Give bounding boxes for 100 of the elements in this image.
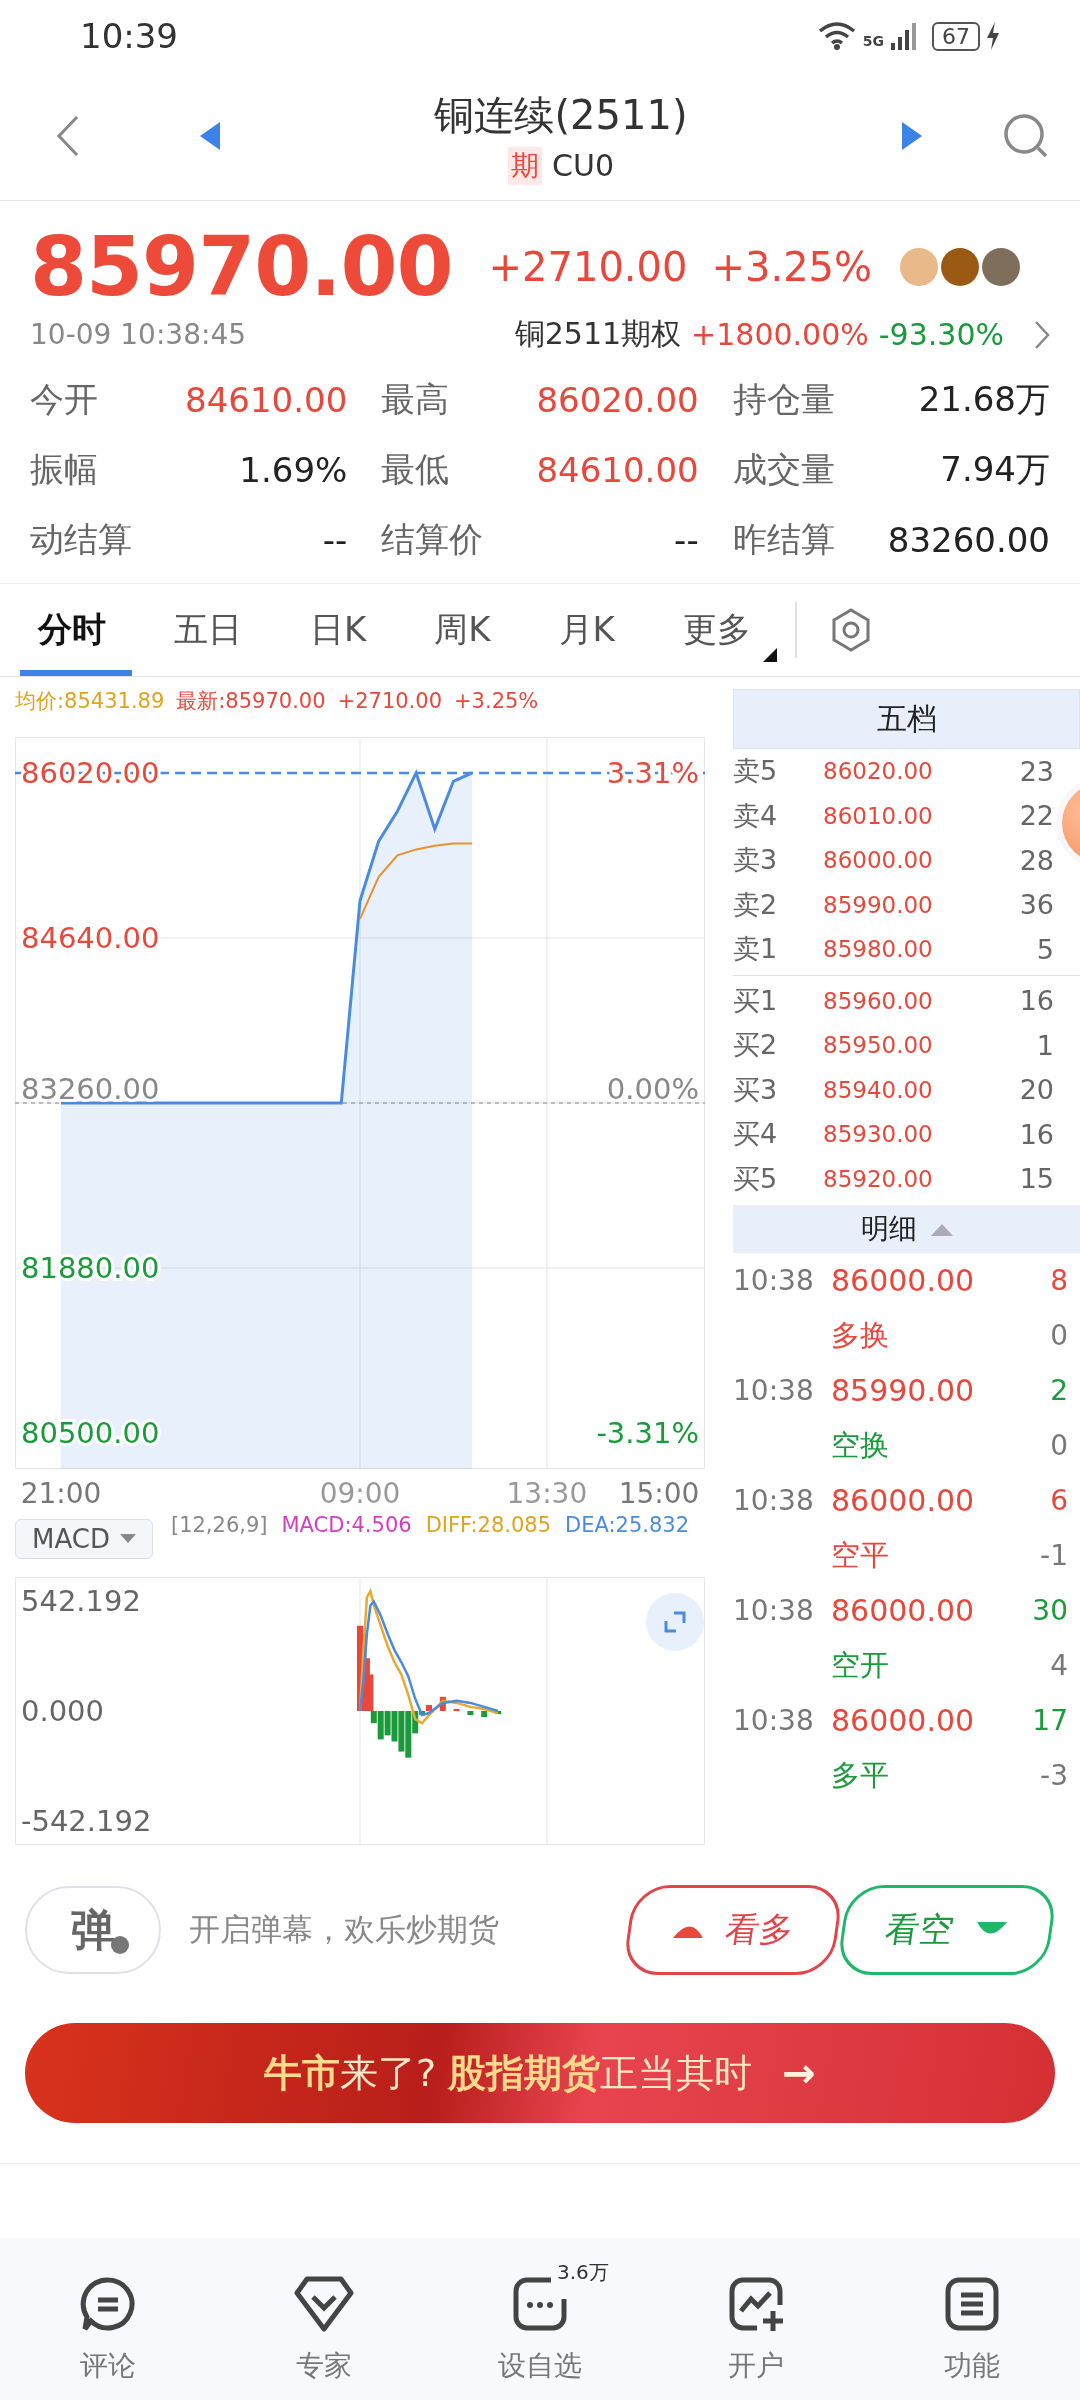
price-change: +2710.00 (337, 689, 442, 713)
trade-volume: 17 (1032, 1704, 1068, 1737)
chevron-right-icon[interactable] (1034, 319, 1050, 350)
order-volume: 16 (1019, 985, 1054, 1017)
chart-tab[interactable]: 更多 (664, 584, 777, 676)
trade-time: 10:38 (733, 1264, 815, 1297)
order-level: 买4 (733, 1117, 779, 1152)
page-title: 铜连续(2511) (434, 90, 688, 140)
order-level: 卖2 (733, 887, 779, 922)
order-price: 86020.00 (823, 758, 934, 785)
x-axis-label: 15:00 (618, 1477, 700, 1510)
quote-time: 10-09 10:38:45 (30, 318, 246, 351)
order-volume: 36 (1019, 889, 1054, 921)
indicator-dropdown[interactable]: MACD (15, 1519, 153, 1559)
chart-tab[interactable]: 周K (416, 584, 517, 676)
latest-price: 最新:85970.00 (176, 688, 326, 715)
chart-tab[interactable]: 日K (292, 584, 393, 676)
order-level: 卖3 (733, 843, 779, 878)
futures-tag: 期 (508, 146, 542, 185)
order-level: 卖5 (733, 754, 779, 789)
network-label: 5G (862, 33, 884, 49)
corner-triangle-icon (762, 648, 777, 662)
y-axis-label: 80500.00 (21, 1416, 160, 1451)
y-axis-label: 84640.00 (21, 920, 160, 955)
stat-label: 振幅 (30, 448, 98, 491)
nav-item[interactable]: 功能 (887, 2253, 1057, 2385)
y-axis-label: 542.192 (21, 1583, 141, 1618)
danmaku-toggle[interactable]: 弹 (25, 1886, 161, 1974)
stat-value: 83260.00 (887, 520, 1050, 560)
dea-value: DEA:25.832 (565, 1513, 690, 1537)
chart-tab[interactable]: 月K (540, 584, 641, 676)
order-volume: 20 (1019, 1074, 1054, 1106)
stat-label: 结算价 (381, 518, 484, 561)
stat-label: 昨结算 (732, 518, 835, 561)
stat-label: 最高 (381, 378, 450, 421)
macd-value: MACD:4.506 (281, 1513, 412, 1537)
order-level: 卖4 (733, 798, 779, 833)
order-level: 卖1 (733, 932, 779, 967)
nav-item[interactable]: 评论 (23, 2253, 193, 2385)
x-axis-label: 13:30 (506, 1477, 588, 1510)
trade-time: 10:38 (733, 1704, 815, 1737)
settings-icon[interactable] (830, 608, 871, 652)
nav-item[interactable]: 专家 (239, 2253, 409, 2385)
next-icon[interactable] (902, 122, 922, 150)
trade-volume: 2 (1050, 1374, 1068, 1407)
trade-price: 86000.00 (831, 1263, 976, 1298)
avatar-icon[interactable] (982, 247, 1020, 286)
order-price: 85930.00 (823, 1121, 934, 1148)
percent-label: 0.00% (606, 1072, 699, 1106)
chart-tab[interactable]: 五日 (156, 584, 268, 676)
nav-item[interactable]: 开户 (671, 2253, 841, 2385)
stat-value: 21.68万 (918, 378, 1050, 421)
option-change: +1800.00% (691, 317, 869, 352)
stat-label: 成交量 (732, 448, 835, 491)
stat-value: 84610.00 (185, 380, 348, 420)
x-axis-label: 21:00 (20, 1477, 102, 1510)
change-percent: +3.25% (454, 689, 539, 713)
trade-type: 空换 (831, 1426, 890, 1464)
trade-volume: 30 (1032, 1594, 1068, 1627)
chart-plus-icon (727, 2275, 785, 2333)
trade-time: 10:38 (733, 1484, 815, 1517)
wifi-icon (816, 21, 857, 51)
previous-icon[interactable] (200, 122, 220, 150)
trade-price: 86000.00 (831, 1703, 976, 1738)
order-price: 85950.00 (823, 1032, 934, 1059)
chart-tab[interactable]: 分时 (20, 584, 132, 676)
caret-down-icon (119, 1534, 136, 1544)
change-percent: +3.25% (711, 243, 873, 290)
stat-value: 1.69% (239, 450, 348, 490)
order-price: 85920.00 (823, 1165, 934, 1192)
average-price: 均价:85431.89 (15, 688, 165, 715)
last-price: 85970.00 (30, 219, 453, 314)
expand-icon (662, 1609, 688, 1635)
trade-volume: 6 (1050, 1484, 1068, 1517)
position-change: 0 (1050, 1429, 1068, 1462)
order-volume: 22 (1019, 800, 1054, 832)
avatar-icon[interactable] (941, 247, 979, 286)
position-change: -1 (1040, 1539, 1068, 1572)
trade-price: 86000.00 (831, 1483, 976, 1518)
danmaku-prompt: 开启弹幕，欢乐炒期货 (189, 1910, 500, 1949)
position-change: -3 (1040, 1759, 1068, 1792)
trade-details-header[interactable]: 明细 (733, 1205, 1080, 1253)
indicator-params: [12,26,9] (170, 1513, 268, 1537)
order-level: 买2 (733, 1028, 779, 1063)
order-price: 86000.00 (823, 847, 934, 874)
triangle-up-icon (930, 1222, 953, 1236)
order-price: 85960.00 (823, 987, 934, 1014)
status-time: 10:39 (80, 16, 178, 56)
order-book-header[interactable]: 五档 (733, 689, 1080, 749)
search-icon[interactable] (1002, 112, 1050, 160)
promo-banner[interactable]: 牛市来了? 股指期货正当其时 → (25, 2023, 1055, 2123)
back-icon[interactable] (56, 114, 80, 158)
percent-label: -3.31% (596, 1416, 699, 1451)
order-level: 买5 (733, 1161, 779, 1196)
stat-label: 最低 (381, 448, 450, 491)
x-axis-label: 09:00 (319, 1477, 401, 1510)
nav-item[interactable]: 3.6万 设自选 (455, 2253, 625, 2385)
option-name[interactable]: 铜2511期权 (514, 314, 682, 355)
trade-volume: 8 (1050, 1264, 1068, 1297)
order-price: 85990.00 (823, 891, 934, 918)
